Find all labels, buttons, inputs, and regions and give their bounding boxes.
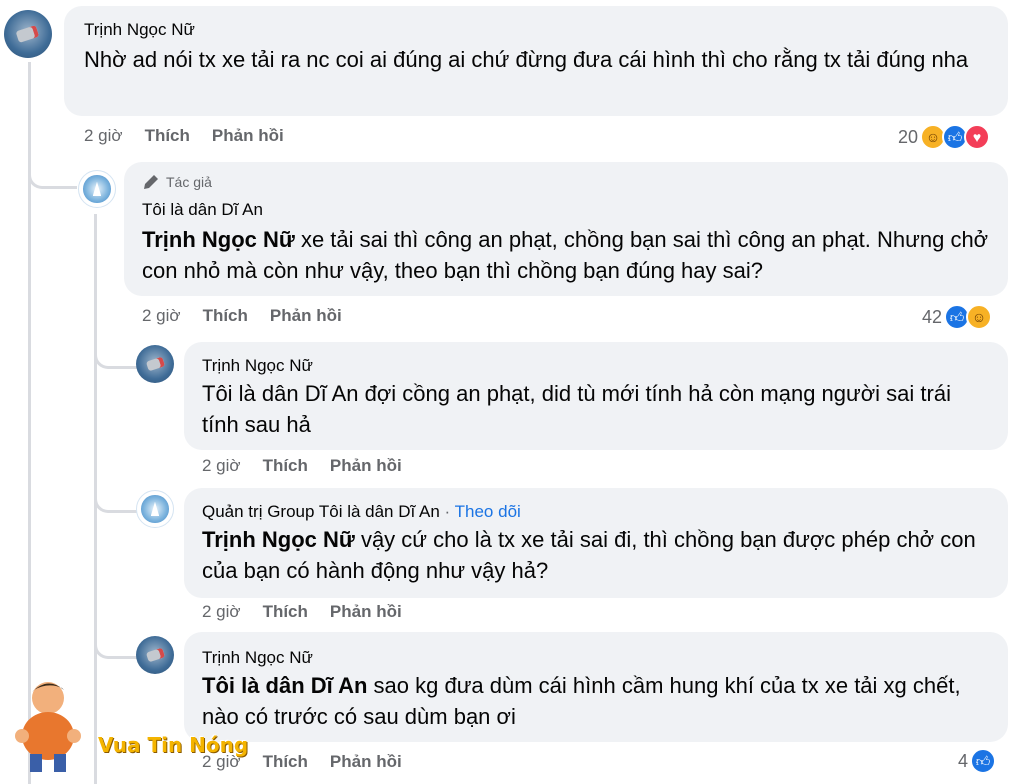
comment-time[interactable]: 2 giờ bbox=[202, 602, 241, 621]
mention[interactable]: Trịnh Ngọc Nữ bbox=[142, 227, 295, 252]
name-separator: · bbox=[439, 502, 455, 521]
follow-link[interactable]: Theo dõi bbox=[455, 502, 521, 521]
author-badge: Tác giả bbox=[142, 173, 212, 191]
comment-time[interactable]: 2 giờ bbox=[84, 126, 123, 145]
comment-actions: 2 giờ Thích Phản hồi bbox=[84, 126, 284, 146]
reaction-summary[interactable]: 4 👍︎ bbox=[958, 746, 997, 776]
author-badge-label: Tác giả bbox=[166, 174, 212, 190]
pencil-icon bbox=[144, 175, 158, 189]
comment-actions: 2 giờ Thích Phản hồi bbox=[202, 456, 402, 476]
love-reaction-icon: ♥ bbox=[964, 124, 991, 150]
comment-actions: 2 giờ Thích Phản hồi bbox=[142, 306, 342, 326]
haha-reaction-icon: ☺ bbox=[966, 304, 993, 330]
thread-connector-4 bbox=[94, 610, 137, 659]
reply-button[interactable]: Phản hồi bbox=[330, 752, 402, 771]
avatar[interactable] bbox=[78, 170, 116, 208]
like-button[interactable]: Thích bbox=[145, 126, 190, 145]
watermark-text: Vua Tin Nóng bbox=[98, 733, 249, 757]
reaction-summary[interactable]: 20 ☺ 👍︎ ♥ bbox=[898, 122, 991, 152]
reaction-count: 42 bbox=[922, 306, 943, 327]
commenter-name[interactable]: Trịnh Ngọc Nữ bbox=[202, 648, 313, 668]
commenter-name[interactable]: Trịnh Ngọc Nữ bbox=[84, 20, 195, 40]
comment-text: Tôi là dân Dĩ An đợi cồng an phạt, did t… bbox=[202, 381, 951, 437]
reaction-count: 4 bbox=[958, 750, 969, 771]
reaction-count: 20 bbox=[898, 126, 919, 147]
comment-text: Tôi là dân Dĩ An sao kg đưa dùm cái hình… bbox=[202, 670, 992, 732]
mention[interactable]: Tôi là dân Dĩ An bbox=[202, 673, 367, 698]
commenter-name[interactable]: Tôi là dân Dĩ An bbox=[142, 200, 263, 220]
comment-text: Trịnh Ngọc Nữ xe tải sai thì công an phạ… bbox=[142, 224, 1000, 286]
avatar[interactable] bbox=[136, 636, 174, 674]
reply-button[interactable]: Phản hồi bbox=[330, 456, 402, 475]
mascot-logo-icon bbox=[15, 682, 81, 772]
commenter-name[interactable]: Trịnh Ngọc Nữ bbox=[202, 356, 313, 376]
thread-connector-3 bbox=[94, 460, 137, 513]
comment-text: Trịnh Ngọc Nữ vậy cứ cho là tx xe tải sa… bbox=[202, 524, 992, 586]
reply-button[interactable]: Phản hồi bbox=[330, 602, 402, 621]
like-button[interactable]: Thích bbox=[263, 752, 308, 771]
avatar[interactable] bbox=[136, 490, 174, 528]
mention[interactable]: Trịnh Ngọc Nữ bbox=[202, 527, 355, 552]
comment-time[interactable]: 2 giờ bbox=[202, 456, 241, 475]
reply-button[interactable]: Phản hồi bbox=[212, 126, 284, 145]
comment-actions: 2 giờ Thích Phản hồi bbox=[202, 602, 402, 622]
like-button[interactable]: Thích bbox=[263, 602, 308, 621]
commenter-name-row: Quản trị Group Tôi là dân Dĩ An · Theo d… bbox=[202, 502, 521, 522]
comment-time[interactable]: 2 giờ bbox=[142, 306, 181, 325]
like-reaction-icon: 👍︎ bbox=[970, 748, 997, 774]
thread-connector-2 bbox=[94, 320, 137, 369]
like-button[interactable]: Thích bbox=[203, 306, 248, 325]
comment-text: Nhờ ad nói tx xe tải ra nc coi ai đúng a… bbox=[84, 47, 969, 72]
like-button[interactable]: Thích bbox=[263, 456, 308, 475]
avatar[interactable] bbox=[136, 345, 174, 383]
reply-button[interactable]: Phản hồi bbox=[270, 306, 342, 325]
thread-connector-1 bbox=[28, 140, 77, 189]
commenter-name[interactable]: Quản trị Group Tôi là dân Dĩ An bbox=[202, 502, 440, 521]
avatar[interactable] bbox=[4, 10, 52, 58]
reaction-summary[interactable]: 42 👍︎ ☺ bbox=[922, 302, 993, 332]
